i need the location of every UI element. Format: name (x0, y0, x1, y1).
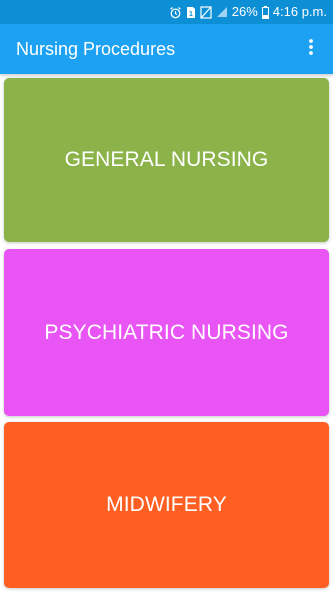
clock-time: 4:16 p.m. (272, 4, 327, 19)
category-list: GENERAL NURSING PSYCHIATRIC NURSING MIDW… (0, 74, 333, 592)
midwifery-card[interactable]: MIDWIFERY (4, 422, 329, 588)
psychiatric-nursing-card[interactable]: PSYCHIATRIC NURSING (4, 249, 329, 416)
no-sim-icon (200, 5, 212, 19)
status-icons: 1 26% 4:16 p.m. (169, 0, 327, 24)
signal-icon (216, 6, 228, 18)
psychiatric-nursing-label: PSYCHIATRIC NURSING (44, 320, 289, 344)
alarm-icon (169, 6, 182, 19)
sim-1-icon: 1 (186, 6, 196, 19)
general-nursing-card[interactable]: GENERAL NURSING (4, 78, 329, 242)
battery-icon (261, 5, 269, 19)
svg-text:1: 1 (189, 11, 193, 18)
overflow-menu-button[interactable] (295, 33, 327, 65)
general-nursing-label: GENERAL NURSING (64, 148, 269, 171)
midwifery-label: MIDWIFERY (106, 493, 227, 516)
status-bar: 1 26% 4:16 p.m. (0, 0, 333, 24)
app-title: Nursing Procedures (16, 39, 176, 59)
more-vert-icon (309, 38, 313, 60)
battery-percent: 26% (231, 4, 258, 19)
app-bar: Nursing Procedures (0, 24, 333, 74)
